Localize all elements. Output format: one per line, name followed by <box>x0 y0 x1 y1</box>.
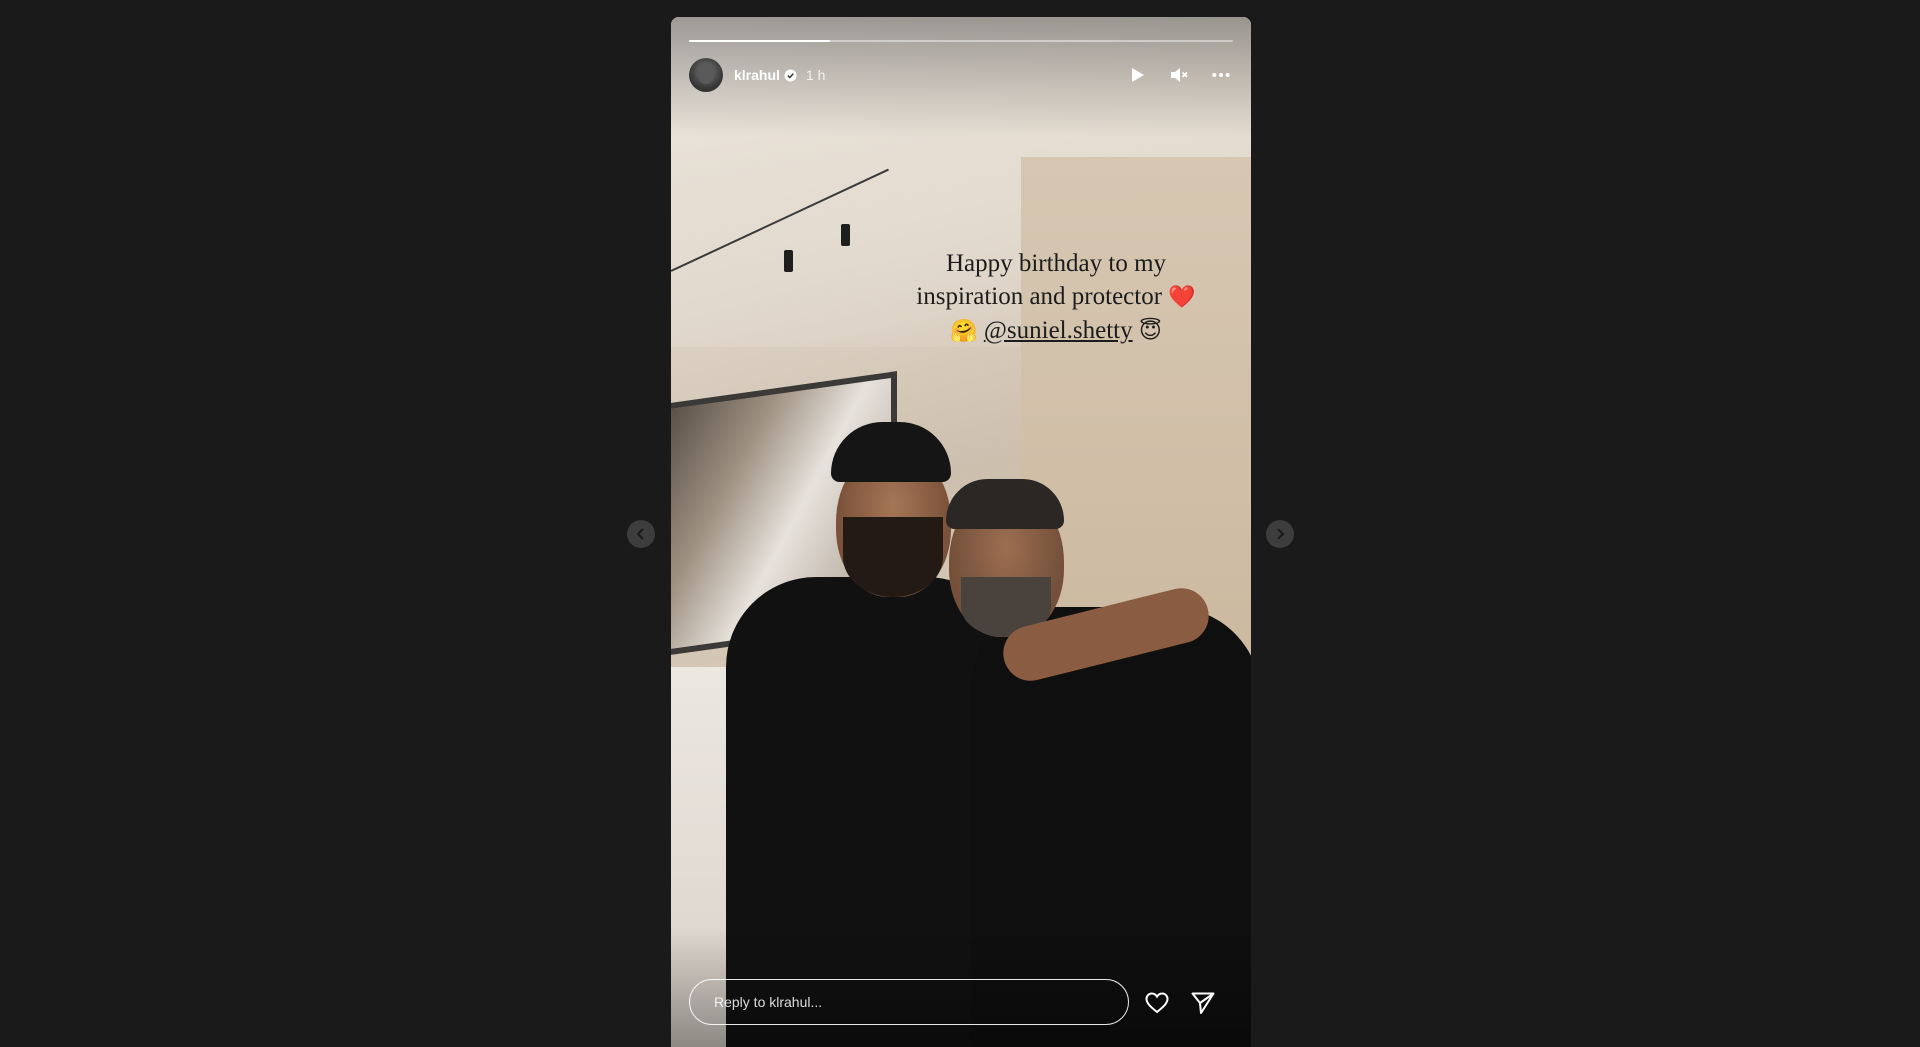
next-story-button[interactable] <box>1266 520 1294 548</box>
caption-line-1: Happy birthday to my <box>945 250 1167 277</box>
post-timestamp: 1 h <box>805 67 826 83</box>
reply-input[interactable] <box>712 993 1128 1011</box>
play-icon <box>1132 68 1144 82</box>
red-heart-emoji: ❤️ <box>1168 285 1196 310</box>
chevron-left-icon <box>636 528 644 540</box>
caption-line-2: inspiration and protector <box>916 283 1163 310</box>
like-button[interactable] <box>1143 989 1171 1017</box>
previous-story-button[interactable] <box>627 520 655 548</box>
story-photo <box>671 17 1251 1047</box>
story-caption: Happy birthday to my inspiration and pro… <box>871 247 1241 348</box>
story-progress-bar <box>689 40 1233 42</box>
speaker-muted-icon <box>1171 68 1188 82</box>
verified-badge-icon <box>784 69 797 82</box>
play-button[interactable] <box>1125 63 1149 87</box>
story-header: klrahul 1 h <box>689 55 1233 95</box>
more-options-button[interactable] <box>1209 63 1233 87</box>
story-viewer: klrahul 1 h Happy birthday to my inspira… <box>0 0 1920 1047</box>
send-icon <box>1191 992 1215 1014</box>
story-card[interactable]: klrahul 1 h Happy birthday to my inspira… <box>671 17 1251 1047</box>
more-horizontal-icon <box>1212 73 1230 77</box>
share-button[interactable] <box>1189 989 1217 1017</box>
reply-box[interactable] <box>689 979 1129 1025</box>
chevron-right-icon <box>1277 528 1285 540</box>
story-controls <box>1125 63 1233 87</box>
mention-link[interactable]: @suniel.shetty <box>984 317 1133 344</box>
heart-icon <box>1145 992 1169 1014</box>
halo-face-emoji: 😇 <box>1138 319 1162 344</box>
hugging-face-emoji: 🤗 <box>950 319 978 344</box>
story-progress-fill <box>689 40 831 42</box>
mute-button[interactable] <box>1167 63 1191 87</box>
username[interactable]: klrahul <box>734 67 780 83</box>
avatar[interactable] <box>689 58 723 92</box>
